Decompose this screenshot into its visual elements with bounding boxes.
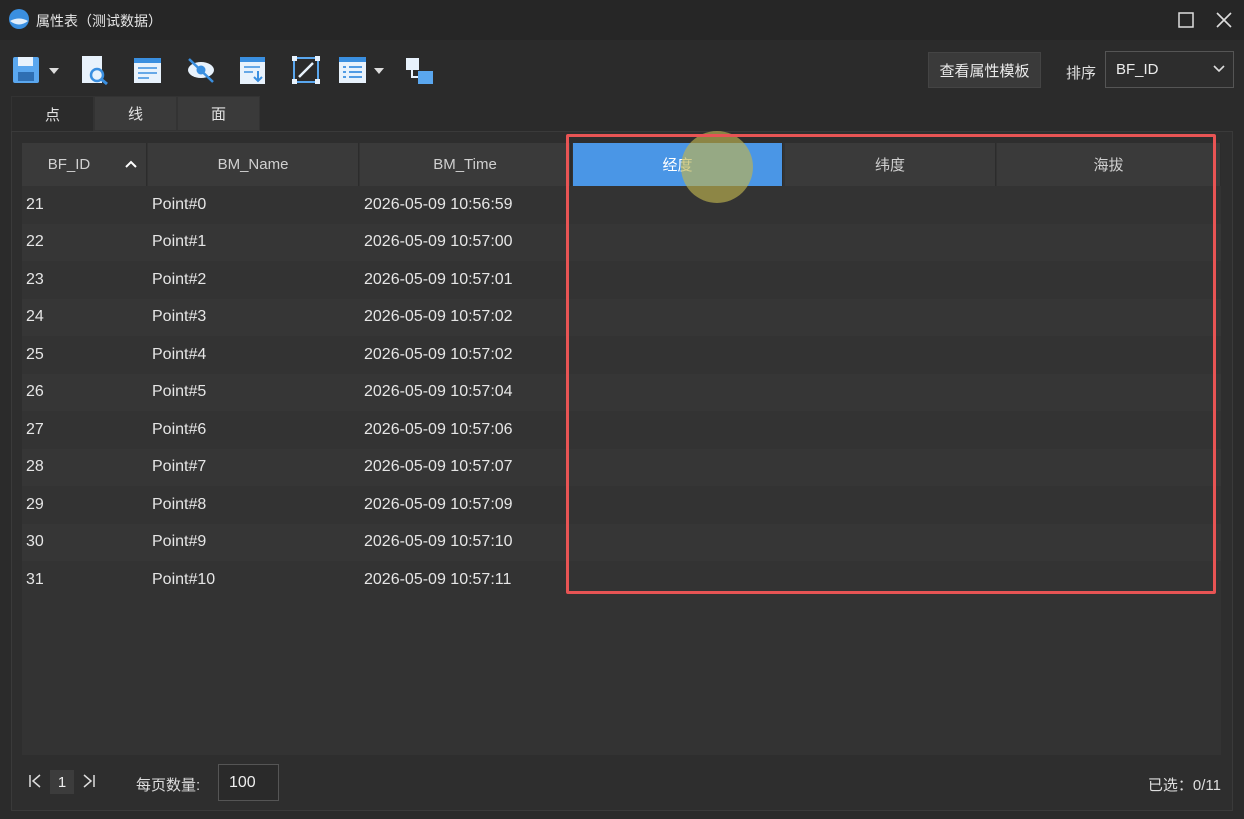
- header-bm-name[interactable]: BM_Name: [148, 143, 359, 186]
- cell-bf-id: 27: [26, 420, 44, 438]
- cell-bf-id: 29: [26, 495, 44, 513]
- header-bm-time[interactable]: BM_Time: [360, 143, 571, 186]
- cell-bm-name: Point#7: [152, 458, 207, 475]
- cell-bf-id: 21: [26, 195, 44, 213]
- per-page-label: 每页数量:: [136, 777, 201, 794]
- page-number[interactable]: 1: [50, 770, 74, 794]
- cell-bm-name: Point#9: [152, 533, 207, 550]
- maximize-button[interactable]: [1174, 8, 1198, 32]
- cell-bm-name: Point#4: [152, 345, 207, 363]
- cell-bf-id: 28: [26, 458, 44, 475]
- close-icon: [1216, 12, 1232, 28]
- cell-bm-time: 2026-05-09 10:57:11: [364, 570, 512, 588]
- per-page-input[interactable]: [218, 764, 279, 801]
- cell-bm-time: 2026-05-09 10:57:02: [364, 345, 513, 363]
- chevron-down-icon: [1213, 65, 1225, 73]
- tab-point[interactable]: 点: [11, 96, 94, 131]
- save-dropdown-icon[interactable]: [48, 66, 60, 76]
- cell-bf-id: 24: [26, 308, 44, 325]
- sort-ascending-icon: [125, 160, 137, 168]
- cell-bm-name: Point#8: [152, 495, 207, 513]
- header-bf-id[interactable]: BF_ID: [22, 143, 147, 186]
- selected-count: 已选：0/11: [1147, 777, 1221, 794]
- last-page-icon[interactable]: [82, 773, 96, 789]
- cell-bm-name: Point#3: [152, 308, 207, 325]
- cell-bf-id: 22: [26, 233, 44, 250]
- relation-icon[interactable]: [404, 54, 434, 86]
- cell-bm-time: 2026-05-09 10:57:00: [364, 233, 513, 250]
- title-bar: 属性表（测试数据）: [0, 0, 1244, 40]
- cell-bm-name: Point#10: [152, 570, 216, 588]
- tab-line[interactable]: 线: [94, 96, 177, 131]
- cell-bf-id: 30: [26, 533, 44, 550]
- cell-bm-time: 2026-05-09 10:57:06: [364, 420, 513, 438]
- header-bf-id-label: BF_ID: [47, 156, 91, 173]
- first-page-icon[interactable]: [28, 773, 42, 789]
- cell-bm-time: 2026-05-09 10:57:07: [364, 458, 513, 475]
- cell-bf-id: 31: [26, 570, 44, 588]
- cell-bm-time: 2026-05-09 10:57:09: [364, 495, 513, 513]
- cell-bm-name: Point#1: [152, 233, 207, 250]
- sort-select-value: BF_ID: [1116, 61, 1159, 78]
- toolbar: [0, 40, 1244, 96]
- cell-bf-id: 25: [26, 345, 44, 363]
- preview-icon[interactable]: [80, 54, 110, 86]
- sort-select[interactable]: BF_ID: [1105, 51, 1234, 88]
- maximize-icon: [1178, 12, 1194, 28]
- cell-bf-id: 26: [26, 383, 44, 400]
- cell-bm-name: Point#5: [152, 383, 207, 400]
- window-title: 属性表（测试数据）: [36, 13, 162, 29]
- cell-bm-time: 2026-05-09 10:56:59: [364, 195, 513, 213]
- edit-table-icon[interactable]: [133, 54, 163, 86]
- cell-bf-id: 23: [26, 270, 44, 288]
- cell-bm-time: 2026-05-09 10:57:02: [364, 308, 513, 325]
- hide-icon[interactable]: [186, 54, 216, 86]
- highlight-box: [566, 134, 1216, 594]
- cell-bm-name: Point#2: [152, 270, 207, 288]
- cell-bm-name: Point#6: [152, 420, 207, 438]
- cell-bm-time: 2026-05-09 10:57:01: [364, 270, 513, 288]
- view-template-button[interactable]: 查看属性模板: [928, 52, 1041, 88]
- cell-bm-name: Point#0: [152, 195, 207, 213]
- export-icon[interactable]: [238, 54, 268, 86]
- close-button[interactable]: [1212, 8, 1236, 32]
- tab-polygon[interactable]: 面: [177, 96, 260, 131]
- app-logo-icon: [9, 9, 29, 29]
- save-icon[interactable]: [12, 54, 42, 86]
- list-dropdown-icon[interactable]: [373, 66, 385, 76]
- geometry-tabs: 点 线 面: [11, 96, 260, 131]
- cell-bm-time: 2026-05-09 10:57:10: [364, 533, 513, 550]
- list-icon[interactable]: [338, 54, 368, 86]
- sort-label: 排序: [1066, 65, 1097, 82]
- cell-bm-time: 2026-05-09 10:57:04: [364, 383, 513, 400]
- resize-icon[interactable]: [291, 54, 321, 86]
